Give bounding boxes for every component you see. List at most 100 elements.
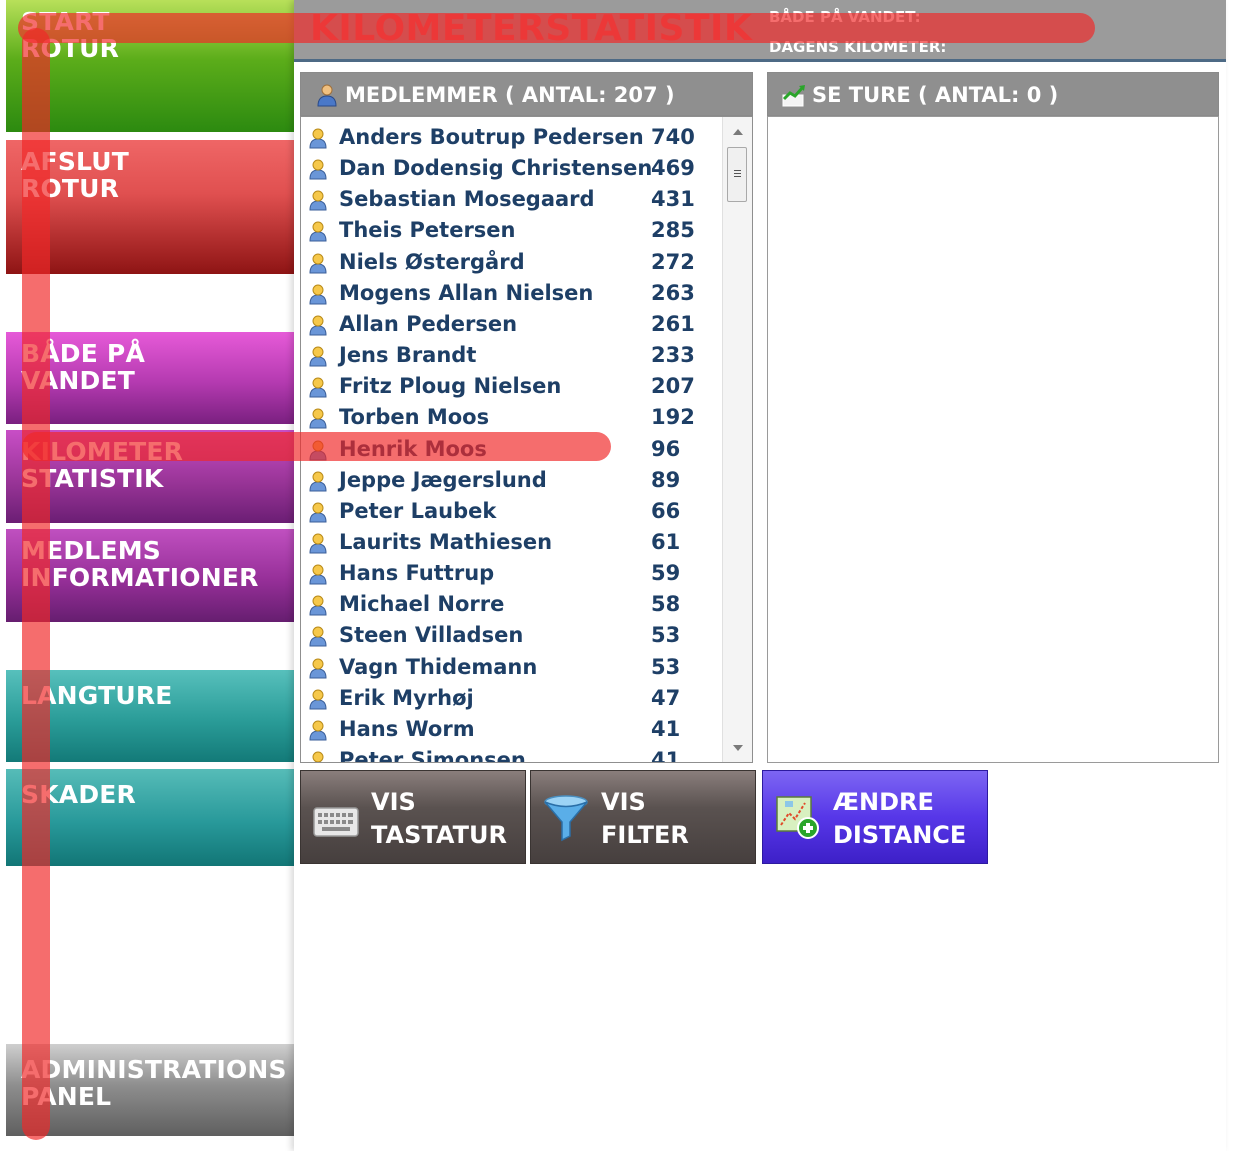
member-km: 263 — [651, 280, 695, 305]
nav-label-line2: INFORMATIONER — [21, 563, 259, 592]
nav-label-line1: LANGTURE — [21, 681, 173, 710]
page-header: KILOMETERSTATISTIK BÅDE PÅ VANDET: DAGEN… — [294, 0, 1226, 62]
list-item[interactable]: Michael Norre 58 — [301, 589, 731, 620]
member-km: 41 — [651, 748, 681, 763]
list-item[interactable]: Laurits Mathiesen 61 — [301, 527, 731, 558]
nav-label-line2: ROTUR — [21, 174, 120, 203]
member-name: Jeppe Jægerslund — [339, 467, 547, 492]
member-km: 89 — [651, 467, 681, 492]
member-km: 96 — [651, 436, 681, 461]
nav-skader[interactable]: SKADER — [6, 769, 294, 866]
member-icon — [309, 720, 327, 741]
nav-administrations-panel[interactable]: ADMINISTRATIONS PANEL — [6, 1044, 294, 1136]
member-name: Sebastian Mosegaard — [339, 187, 595, 212]
list-item[interactable]: Jeppe Jægerslund 89 — [301, 465, 731, 496]
nav-baade-paa-vandet[interactable]: BÅDE PÅ VANDET — [6, 332, 294, 424]
list-item[interactable]: Niels Østergård 272 — [301, 247, 731, 278]
nav-start-rotur[interactable]: START ROTUR — [6, 0, 294, 132]
list-item[interactable]: Torben Moos 192 — [301, 402, 731, 433]
show-keyboard-button[interactable]: VIS TASTATUR — [300, 770, 526, 864]
member-icon — [317, 84, 337, 107]
members-panel-title: MEDLEMMER ( ANTAL: 207 ) — [345, 83, 675, 107]
member-icon — [309, 471, 327, 492]
nav-label-line1: KILOMETER — [21, 437, 184, 466]
list-item[interactable]: Hans Worm 41 — [301, 714, 731, 745]
trips-list[interactable] — [767, 116, 1219, 763]
list-item[interactable]: Dan Dodensig Christensen 469 — [301, 153, 731, 184]
member-km: 41 — [651, 716, 681, 741]
member-name: Michael Norre — [339, 592, 505, 617]
list-item[interactable]: Hans Futtrup 59 — [301, 558, 731, 589]
trips-panel-header: SE TURE ( ANTAL: 0 ) — [767, 72, 1219, 116]
nav-langture[interactable]: LANGTURE — [6, 670, 294, 762]
nav-label-line2: ROTUR — [21, 34, 120, 63]
members-list[interactable]: Anders Boutrup Pedersen 740 Dan Dodensig C… — [300, 116, 753, 763]
member-name: Hans Worm — [339, 716, 475, 741]
members-panel-header: MEDLEMMER ( ANTAL: 207 ) — [300, 72, 753, 116]
list-item[interactable]: Jens Brandt 233 — [301, 340, 731, 371]
nav-kilometer-statistik[interactable]: KILOMETER STATISTIK — [6, 430, 294, 523]
nav-label-line1: SKADER — [21, 780, 137, 809]
member-km: 285 — [651, 218, 695, 243]
list-item[interactable]: Peter Simonsen 41 — [301, 745, 731, 763]
member-icon — [309, 408, 327, 429]
change-distance-button[interactable]: ÆNDRE DISTANCE — [762, 770, 988, 864]
member-icon — [309, 440, 327, 460]
distance-button-label-line2: DISTANCE — [833, 821, 967, 849]
chart-icon — [782, 85, 805, 107]
show-filter-button[interactable]: VIS FILTER — [530, 770, 756, 864]
member-km: 740 — [651, 125, 695, 149]
member-icon — [309, 221, 327, 242]
member-icon — [309, 658, 327, 679]
filter-button-label-line2: FILTER — [601, 821, 689, 849]
member-icon — [309, 128, 327, 149]
member-km: 53 — [651, 654, 681, 679]
member-icon — [309, 533, 327, 554]
scroll-down-arrow-icon[interactable] — [733, 745, 743, 751]
members-scrollbar[interactable] — [722, 117, 752, 762]
member-icon — [312, 751, 324, 762]
list-item[interactable]: Erik Myrhøj 47 — [301, 683, 731, 714]
nav-label-line1: MEDLEMS — [21, 536, 161, 565]
daily-km-label: DAGENS KILOMETER: — [769, 38, 947, 56]
member-name: Anders Boutrup Pedersen — [339, 125, 644, 149]
nav-label-line1: START — [21, 7, 110, 36]
nav-label-line2: PANEL — [21, 1082, 112, 1111]
list-item[interactable]: Vagn Thidemann 53 — [301, 652, 731, 683]
scroll-thumb[interactable] — [727, 147, 747, 202]
member-icon — [309, 190, 327, 211]
member-name: Erik Myrhøj — [339, 685, 474, 710]
member-icon — [309, 564, 327, 585]
trips-panel-title: SE TURE ( ANTAL: 0 ) — [812, 83, 1059, 107]
member-km: 469 — [651, 156, 695, 181]
keyboard-button-label-line1: VIS — [371, 788, 416, 816]
member-name: Henrik Moos — [339, 436, 487, 461]
member-name: Steen Villadsen — [339, 623, 524, 648]
list-item[interactable]: Sebastian Mosegaard 431 — [301, 184, 731, 215]
list-item[interactable]: Mogens Allan Nielsen 263 — [301, 278, 731, 309]
member-icon — [309, 315, 327, 336]
member-km: 272 — [651, 249, 695, 274]
list-item[interactable]: Anders Boutrup Pedersen 740 — [301, 122, 731, 153]
nav-label-line1: BÅDE PÅ — [21, 339, 146, 368]
funnel-icon — [544, 795, 588, 842]
list-item[interactable]: Henrik Moos 96 — [301, 434, 731, 465]
member-km: 431 — [651, 187, 695, 212]
list-item[interactable]: Peter Laubek 66 — [301, 496, 731, 527]
list-item[interactable]: Theis Petersen 285 — [301, 215, 731, 246]
nav-afslut-rotur[interactable]: AFSLUT ROTUR — [6, 140, 294, 274]
list-item[interactable]: Steen Villadsen 53 — [301, 620, 731, 651]
member-km: 59 — [651, 561, 681, 586]
member-km: 47 — [651, 685, 681, 710]
member-icon — [309, 253, 327, 274]
member-icon — [309, 626, 327, 647]
list-item[interactable]: Fritz Ploug Nielsen 207 — [301, 371, 731, 402]
distance-button-label-line1: ÆNDRE — [833, 788, 934, 816]
nav-label-line1: AFSLUT — [21, 147, 130, 176]
list-item[interactable]: Allan Pedersen 261 — [301, 309, 731, 340]
nav-label-line2: STATISTIK — [21, 464, 164, 493]
nav-medlems-informationer[interactable]: MEDLEMS INFORMATIONER — [6, 529, 294, 622]
map-add-icon — [776, 796, 819, 839]
member-icon — [309, 159, 327, 180]
scroll-up-arrow-icon[interactable] — [733, 129, 743, 135]
